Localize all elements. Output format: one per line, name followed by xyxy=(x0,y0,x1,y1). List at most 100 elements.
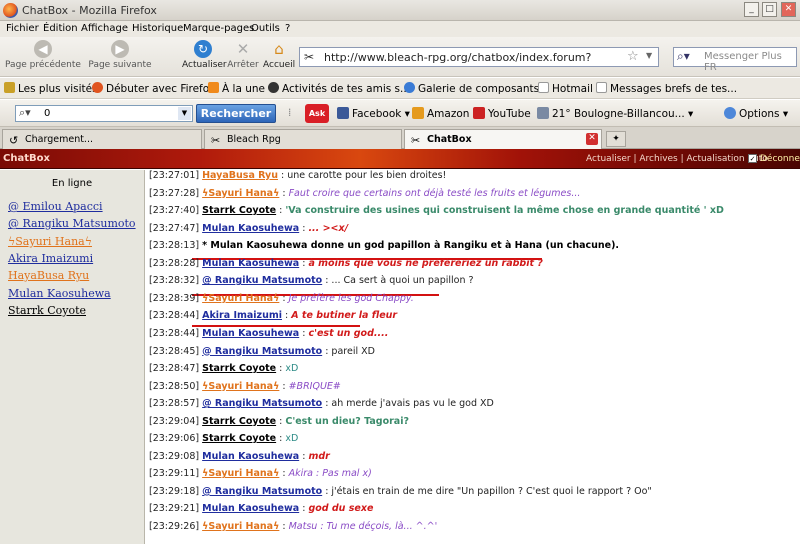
ask-logo-button[interactable]: Ask xyxy=(305,104,329,123)
search-submit-button[interactable]: Rechercher xyxy=(196,104,276,123)
online-users-panel: En ligne @ Emilou Apacci @ Rangiku Matsum… xyxy=(0,170,144,544)
back-button[interactable]: ◀ Page précédente xyxy=(2,40,84,70)
message-author[interactable]: Mulan Kaosuhewa xyxy=(202,451,299,462)
message-author[interactable]: Mulan Kaosuhewa xyxy=(202,258,299,269)
chat-message: [23:28:13] * Mulan Kaosuhewa donne un go… xyxy=(149,240,619,251)
message-timestamp: [23:28:44] xyxy=(149,327,203,339)
auto-refresh-checkbox[interactable]: ✓ xyxy=(748,154,757,163)
message-author[interactable]: Mulan Kaosuhewa xyxy=(202,503,299,514)
message-author[interactable]: ϟSayuri Hanaϟ xyxy=(202,188,279,199)
ask-toolbar: ⌕▾ 0 ▼ Rechercher ⁞ Ask Facebook ▾ Amazo… xyxy=(0,100,800,127)
menu-marque-pages[interactable]: Marque-pages xyxy=(183,23,254,34)
options-button[interactable]: Options ▾ xyxy=(724,107,788,120)
message-timestamp: [23:28:28] xyxy=(149,257,203,269)
message-author[interactable]: @ Rangiku Matsumoto xyxy=(202,486,322,497)
menu-outils[interactable]: Outils xyxy=(251,23,280,34)
tab-loading[interactable]: ↺ Chargement... xyxy=(2,129,202,149)
message-author[interactable]: Starrk Coyote xyxy=(202,433,276,444)
message-text: #BRIQUE# xyxy=(288,380,341,392)
chatbox-header-links[interactable]: Actualiser | Archives | Actualisation au… xyxy=(586,154,768,164)
menu-help[interactable]: ? xyxy=(285,23,290,34)
message-separator: : xyxy=(279,292,289,304)
bookmark-item[interactable]: Galerie de composants... xyxy=(404,82,549,95)
bookmark-item[interactable]: Activités de tes amis s... xyxy=(268,82,410,95)
stop-icon: ✕ xyxy=(236,40,250,58)
bookmark-item[interactable]: Les plus visités xyxy=(4,82,98,95)
tab-bleach-rpg[interactable]: ✂ Bleach Rpg xyxy=(204,129,402,149)
chat-message: [23:29:06] Starrk Coyote : xD xyxy=(149,433,298,444)
message-author[interactable]: ϟSayuri Hanaϟ xyxy=(202,293,279,304)
bookmark-item[interactable]: Débuter avec Firefox xyxy=(92,82,215,95)
message-text: pareil XD xyxy=(331,345,375,357)
toolbar-search-input[interactable]: ⌕▾ 0 ▼ xyxy=(15,105,193,122)
message-author[interactable]: ϟSayuri Hanaϟ xyxy=(202,521,279,532)
message-text: Akira : Pas mal x) xyxy=(288,468,372,480)
address-bar[interactable]: ✂ http://www.bleach-rpg.org/chatbox/inde… xyxy=(299,47,659,67)
message-author[interactable]: ϟSayuri Hanaϟ xyxy=(202,381,279,392)
message-author[interactable]: Starrk Coyote xyxy=(202,416,276,427)
web-search-box[interactable]: ⌕▾ Messenger Plus FR xyxy=(673,47,797,73)
disconnect-link[interactable]: Déconne xyxy=(760,154,800,164)
message-author[interactable]: @ Rangiku Matsumoto xyxy=(202,346,322,357)
message-author[interactable]: HayaBusa Ryu xyxy=(202,170,278,181)
message-separator: : xyxy=(279,521,289,532)
firefox-logo-icon xyxy=(3,3,18,18)
amazon-button[interactable]: Amazon xyxy=(412,107,469,120)
menu-fichier[interactable]: Fichier xyxy=(6,23,39,34)
chevron-down-icon[interactable]: ▼ xyxy=(178,107,191,120)
message-timestamp: [23:28:44] xyxy=(149,310,203,322)
message-text: ah merde j'avais pas vu le god XD xyxy=(331,398,494,410)
weather-button[interactable]: 21° Boulogne-Billancou... ▾ xyxy=(537,107,693,120)
menu-affichage[interactable]: Affichage xyxy=(81,23,128,34)
online-user[interactable]: Akira Imaizumi xyxy=(8,252,93,265)
stop-button[interactable]: ✕ Arrêter xyxy=(226,40,260,70)
message-author[interactable]: Akira Imaizumi xyxy=(202,310,282,321)
stop-label: Arrêter xyxy=(227,60,259,70)
bookmark-star-icon[interactable]: ☆ xyxy=(627,49,639,64)
bookmark-item[interactable]: Messages brefs de tes... xyxy=(596,82,737,95)
minimize-button[interactable]: _ xyxy=(744,2,759,17)
tab-bar: ↺ Chargement... ✂ Bleach Rpg ✂ ChatBox ✕… xyxy=(0,127,800,149)
online-user[interactable]: ϟSayuri Hanaϟ xyxy=(8,235,92,248)
close-tab-icon[interactable]: ✕ xyxy=(586,133,598,145)
message-text: ... Ca sert à quoi un papillon ? xyxy=(331,275,474,287)
forward-button[interactable]: ▶ Page suivante xyxy=(86,40,154,70)
youtube-button[interactable]: YouTube xyxy=(473,107,531,120)
home-button[interactable]: ⌂ Accueil xyxy=(263,40,295,70)
online-user[interactable]: @ Rangiku Matsumoto xyxy=(8,217,136,230)
message-timestamp: [23:28:13] xyxy=(149,240,203,252)
online-user[interactable]: @ Emilou Apacci xyxy=(8,200,103,213)
bookmark-item[interactable]: Hotmail xyxy=(538,82,593,95)
message-author[interactable]: ϟSayuri Hanaϟ xyxy=(202,468,279,479)
online-user[interactable]: Mulan Kaosuhewa xyxy=(8,287,111,300)
facebook-button[interactable]: Facebook ▾ xyxy=(337,107,410,120)
menu-historique[interactable]: Historique xyxy=(132,23,183,34)
url-dropdown-icon[interactable]: ▼ xyxy=(646,51,652,60)
bookmark-item[interactable]: À la une xyxy=(208,82,265,95)
message-timestamp: [23:28:47] xyxy=(149,363,203,375)
message-author[interactable]: Starrk Coyote xyxy=(202,205,276,216)
tab-chatbox[interactable]: ✂ ChatBox xyxy=(404,129,602,149)
online-user[interactable]: Starrk Coyote xyxy=(8,304,86,317)
message-author[interactable]: Mulan Kaosuhewa xyxy=(202,223,299,234)
message-timestamp: [23:27:40] xyxy=(149,205,203,217)
firefox-icon xyxy=(92,82,103,93)
new-tab-button[interactable]: ✦ xyxy=(606,131,626,147)
site-favicon-icon: ✂ xyxy=(304,50,315,64)
message-text: Faut croire que certains ont déjà testé … xyxy=(288,187,581,199)
maximize-button[interactable]: □ xyxy=(762,2,777,17)
message-author[interactable]: Mulan Kaosuhewa xyxy=(202,328,299,339)
message-text: Matsu : Tu me déçois, là... ^.^' xyxy=(288,521,438,532)
bleach-icon: ✂ xyxy=(211,134,221,147)
message-author[interactable]: @ Rangiku Matsumoto xyxy=(202,398,322,409)
search-engine-icon[interactable]: ⌕▾ xyxy=(677,49,690,64)
reload-button[interactable]: ↻ Actualiser xyxy=(182,40,227,70)
message-separator: : xyxy=(276,415,286,427)
message-author[interactable]: Starrk Coyote xyxy=(202,363,276,374)
online-user[interactable]: HayaBusa Ryu xyxy=(8,269,89,282)
message-author[interactable]: @ Rangiku Matsumoto xyxy=(202,275,322,286)
menu-edition[interactable]: Édition xyxy=(43,23,78,34)
bookmarks-toolbar: Les plus visités Débuter avec Firefox À … xyxy=(0,78,800,99)
chat-message: [23:27:28] ϟSayuri Hanaϟ : Faut croire q… xyxy=(149,188,580,199)
close-window-button[interactable]: ✕ xyxy=(781,2,796,17)
